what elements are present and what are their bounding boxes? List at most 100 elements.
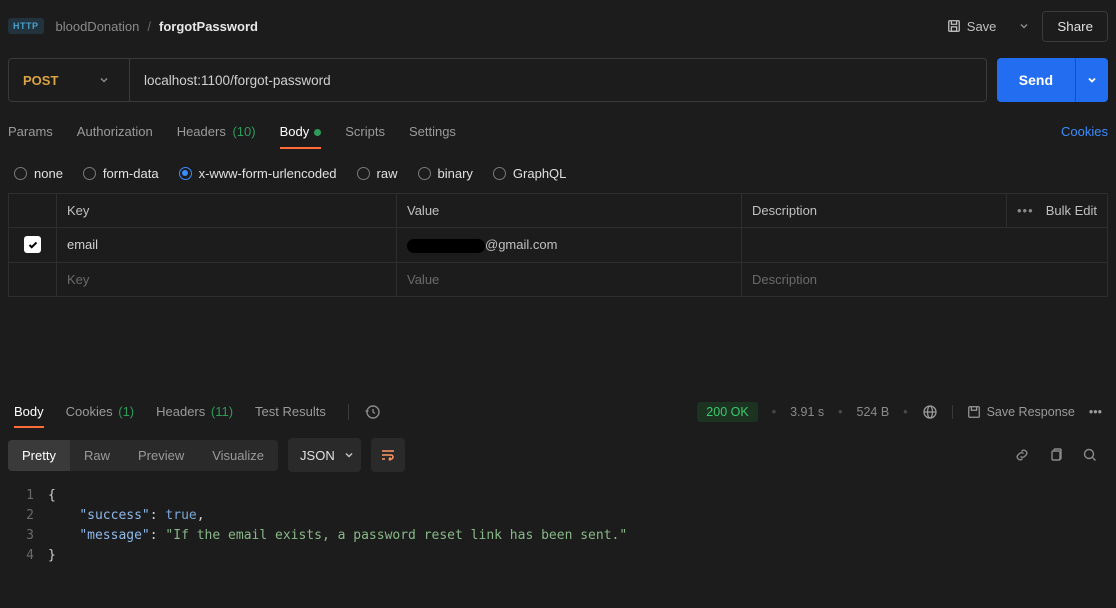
view-visualize[interactable]: Visualize (198, 440, 278, 471)
kv-desc-cell[interactable] (742, 263, 1107, 296)
header-bar: HTTP bloodDonation / forgotPassword Save… (0, 0, 1116, 52)
globe-icon[interactable] (922, 404, 938, 420)
kv-tools: ••• Bulk Edit (1007, 194, 1107, 227)
line-num: 2 (0, 506, 48, 526)
header-actions: Save Share (937, 11, 1108, 42)
code-token: true (165, 508, 196, 523)
radio-label: GraphQL (513, 166, 566, 181)
format-select[interactable]: JSON (288, 438, 361, 472)
line-num: 3 (0, 526, 48, 546)
radio-none[interactable]: none (14, 166, 63, 181)
kv-checkbox-cell[interactable] (9, 228, 57, 262)
body-indicator-dot (314, 129, 321, 136)
code-token: "message" (79, 528, 149, 543)
view-mode-group: Pretty Raw Preview Visualize (8, 440, 278, 471)
radio-icon (493, 167, 506, 180)
response-meta: 200 OK • 3.91 s • 524 B • Save Response … (697, 402, 1102, 422)
resp-tab-cookies[interactable]: Cookies (1) (66, 397, 134, 426)
kv-value-cell[interactable] (397, 263, 742, 296)
url-input[interactable] (130, 58, 987, 102)
radio-urlencoded[interactable]: x-www-form-urlencoded (179, 166, 337, 181)
code-token: "success" (79, 508, 149, 523)
resp-tab-headers[interactable]: Headers (11) (156, 397, 233, 426)
radio-form-data[interactable]: form-data (83, 166, 159, 181)
kv-key-input[interactable] (67, 272, 386, 287)
radio-label: form-data (103, 166, 159, 181)
response-toolbar: Pretty Raw Preview Visualize JSON (0, 426, 1116, 484)
copy-icon[interactable] (1048, 447, 1064, 463)
save-response-button[interactable]: Save Response (952, 405, 1075, 419)
resp-tab-count: (11) (211, 404, 233, 419)
radio-raw[interactable]: raw (357, 166, 398, 181)
code-token: } (48, 548, 56, 563)
kv-value-cell[interactable]: @gmail.com (397, 228, 742, 262)
kv-desc-input[interactable] (752, 272, 1097, 287)
radio-label: x-www-form-urlencoded (199, 166, 337, 181)
resp-tab-test-results[interactable]: Test Results (255, 397, 326, 426)
wrap-icon (380, 447, 396, 463)
breadcrumb-separator: / (147, 19, 151, 34)
kv-more-icon[interactable]: ••• (1017, 203, 1034, 218)
resp-tab-count: (1) (118, 404, 134, 419)
code-token: "If the email exists, a password reset l… (165, 528, 627, 543)
radio-graphql[interactable]: GraphQL (493, 166, 566, 181)
tab-authorization[interactable]: Authorization (77, 116, 153, 147)
save-label: Save (967, 19, 997, 34)
save-button[interactable]: Save (937, 13, 1007, 40)
tab-settings[interactable]: Settings (409, 116, 456, 147)
response-size: 524 B (857, 405, 890, 419)
view-raw[interactable]: Raw (70, 440, 124, 471)
tab-params[interactable]: Params (8, 116, 53, 147)
kv-value-input[interactable] (407, 272, 731, 287)
response-more-icon[interactable]: ••• (1089, 405, 1102, 419)
status-badge: 200 OK (697, 402, 757, 422)
kv-key-cell[interactable] (57, 228, 397, 262)
search-icon[interactable] (1082, 447, 1098, 463)
response-body-code[interactable]: 1{ 2 "success": true, 3 "message": "If t… (0, 484, 1116, 568)
bulk-edit-link[interactable]: Bulk Edit (1046, 203, 1097, 218)
save-chevron-icon[interactable] (1014, 14, 1034, 38)
tab-headers[interactable]: Headers (10) (177, 116, 256, 147)
radio-icon (179, 167, 192, 180)
view-pretty[interactable]: Pretty (8, 440, 70, 471)
kv-row-empty (9, 263, 1107, 296)
tab-body-label: Body (280, 124, 310, 139)
save-icon (947, 19, 961, 33)
method-select[interactable]: POST (8, 58, 130, 102)
tab-body[interactable]: Body (280, 116, 322, 147)
share-button[interactable]: Share (1042, 11, 1108, 42)
kv-key-header: Key (57, 194, 397, 227)
kv-key-input[interactable] (67, 237, 386, 252)
breadcrumb: bloodDonation / forgotPassword (56, 19, 937, 34)
url-bar: POST Send (0, 52, 1116, 108)
toolbar-right (1014, 447, 1108, 463)
radio-label: raw (377, 166, 398, 181)
radio-icon (418, 167, 431, 180)
tab-scripts[interactable]: Scripts (345, 116, 385, 147)
cookies-link[interactable]: Cookies (1061, 116, 1108, 147)
history-icon[interactable] (348, 404, 381, 420)
send-group: Send (997, 58, 1108, 102)
tab-headers-count: (10) (232, 124, 255, 139)
save-response-label: Save Response (987, 405, 1075, 419)
send-chevron-button[interactable] (1075, 58, 1108, 102)
wrap-lines-button[interactable] (371, 438, 405, 472)
resp-tab-body[interactable]: Body (14, 397, 44, 426)
code-token: { (48, 488, 56, 503)
radio-binary[interactable]: binary (418, 166, 473, 181)
kv-key-cell[interactable] (57, 263, 397, 296)
resp-tab-label: Cookies (66, 404, 113, 419)
link-icon[interactable] (1014, 447, 1030, 463)
http-badge: HTTP (8, 18, 44, 34)
send-button[interactable]: Send (997, 58, 1075, 102)
request-tabs: Params Authorization Headers (10) Body S… (0, 108, 1116, 148)
breadcrumb-collection[interactable]: bloodDonation (56, 19, 140, 34)
kv-desc-cell[interactable] (742, 228, 1107, 262)
radio-icon (14, 167, 27, 180)
view-preview[interactable]: Preview (124, 440, 198, 471)
breadcrumb-request[interactable]: forgotPassword (159, 19, 258, 34)
radio-icon (357, 167, 370, 180)
body-type-radios: none form-data x-www-form-urlencoded raw… (0, 148, 1116, 193)
kv-check-header (9, 194, 57, 227)
kv-desc-input[interactable] (752, 237, 1097, 252)
